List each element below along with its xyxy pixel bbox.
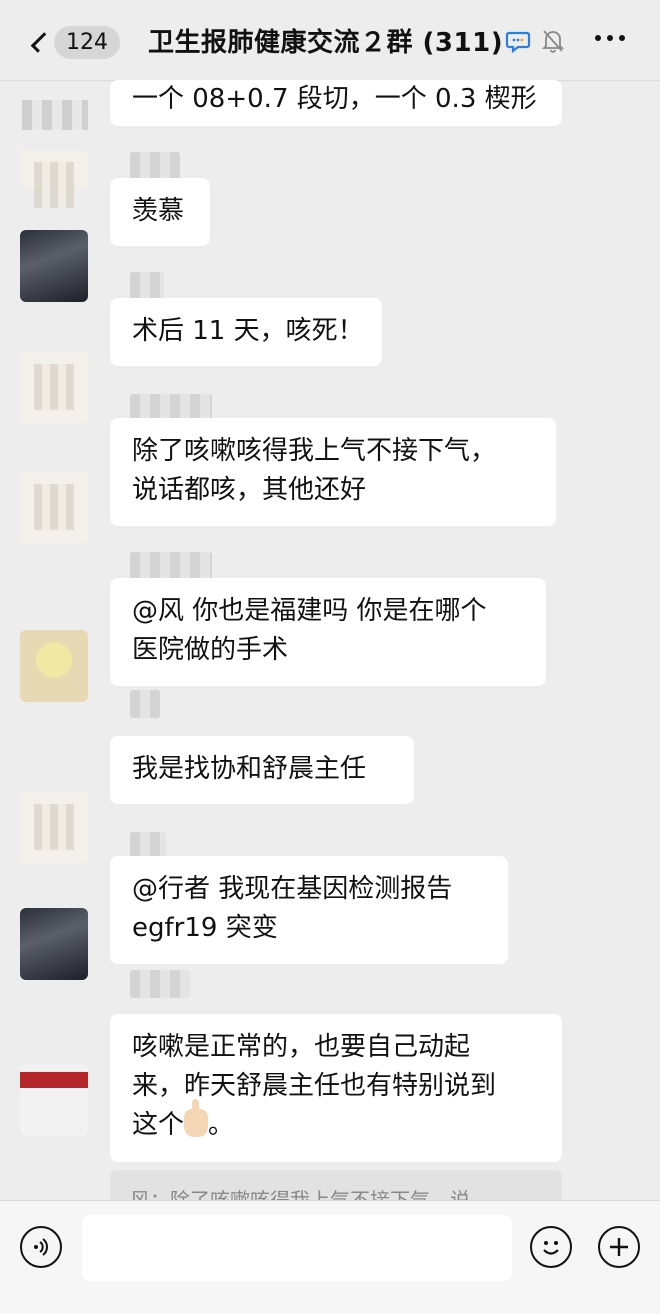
more-dot-icon xyxy=(595,35,601,41)
plus-icon xyxy=(610,1238,628,1256)
avatar[interactable] xyxy=(20,1064,88,1136)
avatar[interactable] xyxy=(20,472,88,544)
sender-name xyxy=(130,690,160,718)
message-bubble[interactable]: @行者 我现在基因检测报告 egfr19 突变 xyxy=(110,856,508,964)
message-bubble[interactable]: 羡慕 xyxy=(110,178,210,246)
chat-title: 卫生报肺健康交流２群 (311) xyxy=(148,28,504,58)
emoji-button[interactable] xyxy=(530,1226,572,1268)
sender-name xyxy=(130,272,164,300)
message-bubble[interactable]: 术后 11 天，咳死！ xyxy=(110,298,382,366)
sender-name xyxy=(130,552,212,580)
sender-name xyxy=(130,970,190,998)
chat-bubble-icon xyxy=(505,31,531,54)
bell-mute-icon xyxy=(541,30,565,53)
message-text: 说话都咳，其他还好 xyxy=(132,475,367,505)
message-text: @风 你也是福建吗 你是在哪个 xyxy=(132,596,487,626)
more-options-button[interactable] xyxy=(595,35,625,41)
message-input[interactable] xyxy=(82,1215,512,1281)
avatar[interactable] xyxy=(20,908,88,980)
message-text: 我是找协和舒晨主任 xyxy=(132,754,367,784)
message-list[interactable]: 一个 08+0.7 段切，一个 0.3 楔形 羡慕 术后 11 天，咳死！ 除了… xyxy=(0,80,660,1200)
message-text: 羡慕 xyxy=(132,196,185,226)
avatar[interactable] xyxy=(20,352,88,424)
message-bubble[interactable]: 我是找协和舒晨主任 xyxy=(110,736,414,804)
unread-count-badge: 124 xyxy=(54,25,120,59)
avatar[interactable] xyxy=(20,230,88,302)
avatar[interactable] xyxy=(20,150,88,208)
message-text: 咳嗽是正常的，也要自己动起 xyxy=(132,1032,471,1062)
message-text: 除了咳嗽咳得我上气不接下气， xyxy=(132,436,497,466)
pixelated-element xyxy=(22,100,88,130)
more-dot-icon xyxy=(619,35,625,41)
avatar[interactable] xyxy=(20,630,88,702)
message-bubble[interactable]: @风 你也是福建吗 你是在哪个 医院做的手术 xyxy=(110,578,546,686)
message-text-tail: 。 xyxy=(208,1110,235,1140)
avatar[interactable] xyxy=(20,792,88,864)
message-text: @行者 我现在基因检测报告 xyxy=(132,874,453,904)
input-bar xyxy=(0,1200,660,1314)
message-bubble[interactable]: 除了咳嗽咳得我上气不接下气， 说话都咳，其他还好 xyxy=(110,418,556,526)
message-text: 术后 11 天，咳死！ xyxy=(132,316,364,346)
chat-header: 124 卫生报肺健康交流２群 (311) xyxy=(0,0,660,81)
message-text: egfr19 突变 xyxy=(132,913,278,943)
message-text: 这个 xyxy=(132,1110,185,1140)
pointing-up-emoji-icon xyxy=(184,1099,209,1137)
back-chevron-icon xyxy=(30,31,52,53)
voice-icon xyxy=(34,1238,48,1256)
quoted-message[interactable]: 风：除了咳嗽咳得我上气不接下气，说 xyxy=(110,1170,562,1200)
more-dot-icon xyxy=(607,35,613,41)
emoji-icon xyxy=(543,1241,559,1255)
back-button[interactable]: 124 xyxy=(30,22,120,62)
plus-button[interactable] xyxy=(598,1226,640,1268)
message-bubble[interactable]: 咳嗽是正常的，也要自己动起 来，昨天舒晨主任也有特别说到 这个。 xyxy=(110,1014,562,1162)
sender-name xyxy=(130,152,180,180)
message-bubble[interactable]: 一个 08+0.7 段切，一个 0.3 楔形 xyxy=(110,80,562,126)
message-text: 一个 08+0.7 段切，一个 0.3 楔形 xyxy=(132,84,537,114)
voice-button[interactable] xyxy=(20,1226,62,1268)
message-text: 医院做的手术 xyxy=(132,635,289,665)
